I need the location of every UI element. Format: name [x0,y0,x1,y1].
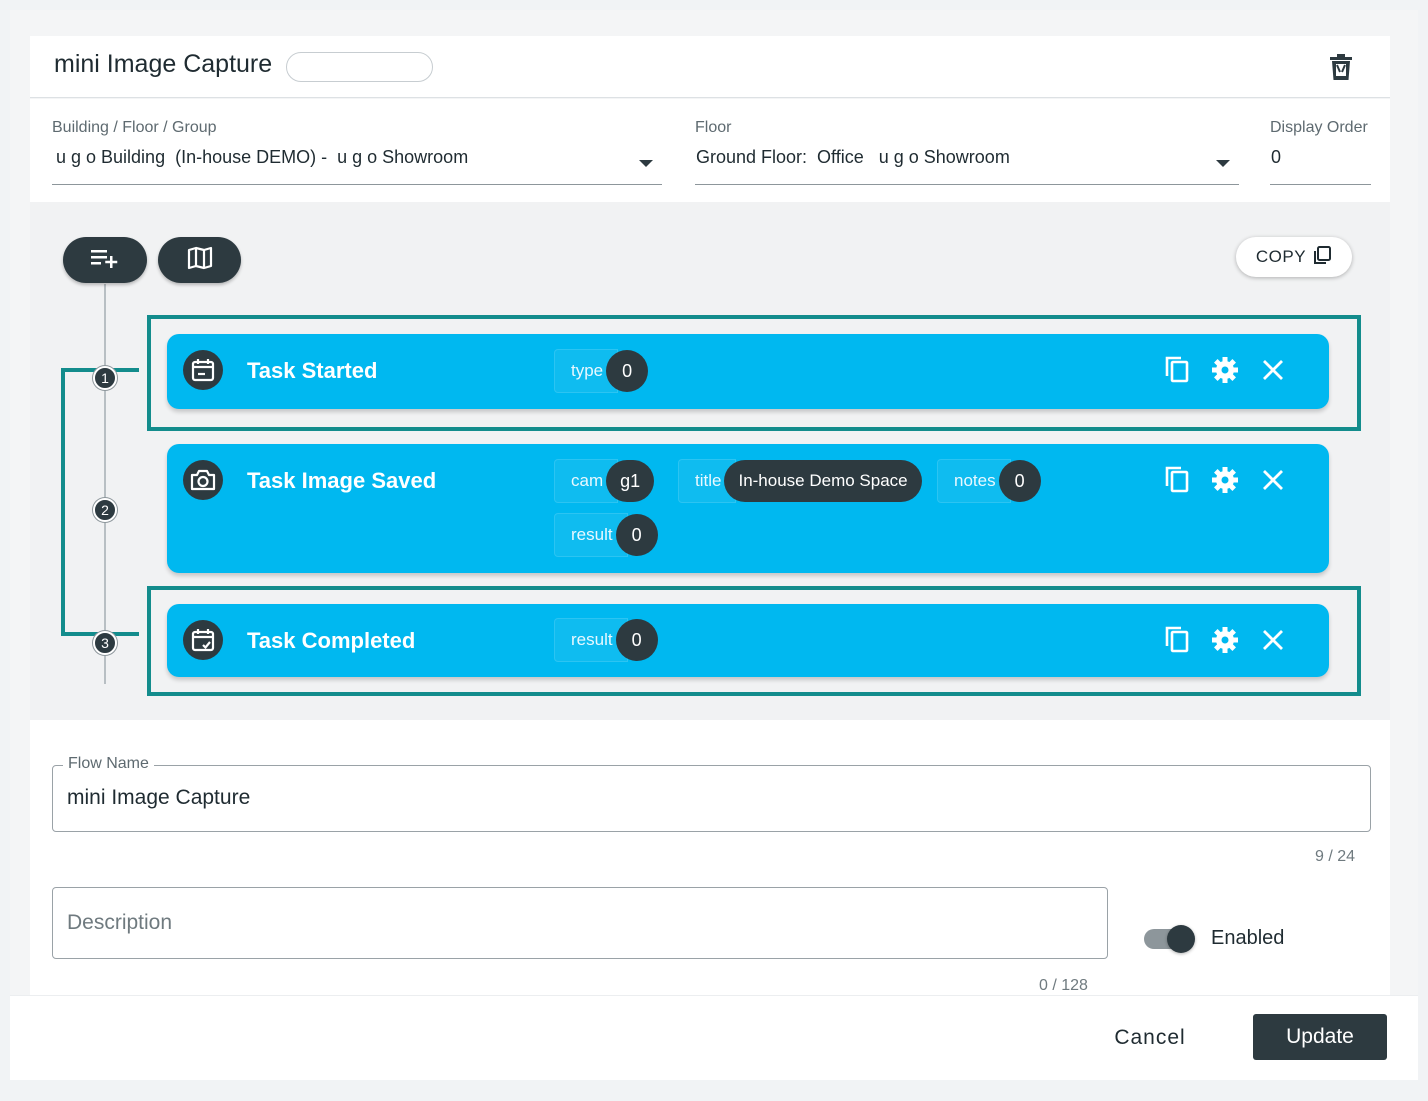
description-field[interactable]: Description [52,887,1108,959]
flow-editor-dialog: mini Image Capture Building / Floor / Gr… [10,10,1418,1080]
param-chip[interactable]: result 0 [554,618,658,662]
floor-select-value[interactable]: Ground Floor: Office u g o Showroom [696,147,1010,168]
close-icon[interactable] [1257,464,1289,496]
floor-label: Floor [695,119,732,136]
task-name: Task Started [247,358,378,383]
description-input[interactable]: Description [67,911,172,935]
calendar-check-icon [183,620,223,660]
flow-name-field[interactable]: Flow Name mini Image Capture [52,755,1371,832]
map-icon [187,246,213,275]
close-icon[interactable] [1257,624,1289,656]
task-name: Task Image Saved [247,468,437,493]
group-select-value[interactable]: u g o Building (In-house DEMO) - u g o S… [56,147,468,168]
chevron-down-icon[interactable] [639,160,653,167]
playlist-add-icon [91,247,119,274]
group-label: Building / Floor / Group [52,119,217,136]
copy-button-label: COPY [1255,247,1307,266]
param-chip[interactable]: type 0 [554,349,649,393]
duplicate-icon[interactable] [1161,354,1193,386]
calendar-start-icon [183,350,223,390]
flow-canvas: COPY 1 2 3 Task Started type 0 Task Imag… [30,202,1390,720]
task-actions [1161,464,1289,496]
dialog-footer: Cancel Update [10,995,1418,1080]
step-number-2: 2 [93,498,117,522]
param-value: 0 [606,350,649,392]
flow-title: mini Image Capture [54,50,273,78]
step-number-1: 1 [93,366,117,390]
delete-icon[interactable] [1328,52,1354,82]
enabled-label: Enabled [1211,927,1285,949]
floor-select-underline [695,184,1239,185]
flow-name-input[interactable]: mini Image Capture [67,786,250,810]
add-task-button[interactable] [63,237,147,283]
chevron-down-icon[interactable] [1216,160,1230,167]
task-card-completed[interactable]: Task Completed result 0 [167,604,1329,677]
param-chip[interactable]: title In-house Demo Space [678,459,922,503]
display-order-input[interactable]: 0 [1271,147,1281,168]
param-value: 0 [998,460,1041,502]
location-fields: Building / Floor / Group u g o Building … [30,99,1390,202]
param-chip[interactable]: result 0 [554,513,658,557]
display-order-underline [1270,184,1371,185]
cancel-button[interactable]: Cancel [1090,1016,1210,1060]
group-select-underline [52,184,662,185]
gear-icon[interactable] [1209,464,1241,496]
camera-icon [183,460,223,500]
display-order-label: Display Order [1270,119,1368,136]
param-value: 0 [615,619,658,661]
description-counter: 0 / 128 [1039,977,1088,994]
task-card-image-saved[interactable]: Task Image Saved cam g1 title In-house D… [167,444,1329,573]
copy-button[interactable]: COPY [1236,237,1352,277]
param-chip[interactable]: notes 0 [937,459,1041,503]
update-button[interactable]: Update [1253,1014,1387,1060]
param-value: 0 [615,514,658,556]
param-value: In-house Demo Space [724,460,922,502]
task-name: Task Completed [247,628,416,653]
map-view-button[interactable] [158,237,241,283]
enabled-toggle-knob[interactable] [1167,925,1195,953]
param-chip[interactable]: cam g1 [554,459,655,503]
title-status-pill [286,52,433,82]
duplicate-icon[interactable] [1161,464,1193,496]
gear-icon[interactable] [1209,354,1241,386]
gear-icon[interactable] [1209,624,1241,656]
step-number-3: 3 [93,631,117,655]
flow-details-form: Flow Name mini Image Capture 9 / 24 Desc… [30,720,1390,995]
task-card-started[interactable]: Task Started type 0 [167,334,1329,409]
task-actions [1161,354,1289,386]
flow-name-counter: 9 / 24 [1315,848,1356,865]
close-icon[interactable] [1257,354,1289,386]
flow-name-label: Flow Name [63,755,154,773]
duplicate-icon[interactable] [1161,624,1193,656]
task-actions [1161,624,1289,656]
copy-icon [1312,245,1332,270]
param-value: g1 [606,460,655,502]
dialog-header: mini Image Capture [30,36,1390,98]
